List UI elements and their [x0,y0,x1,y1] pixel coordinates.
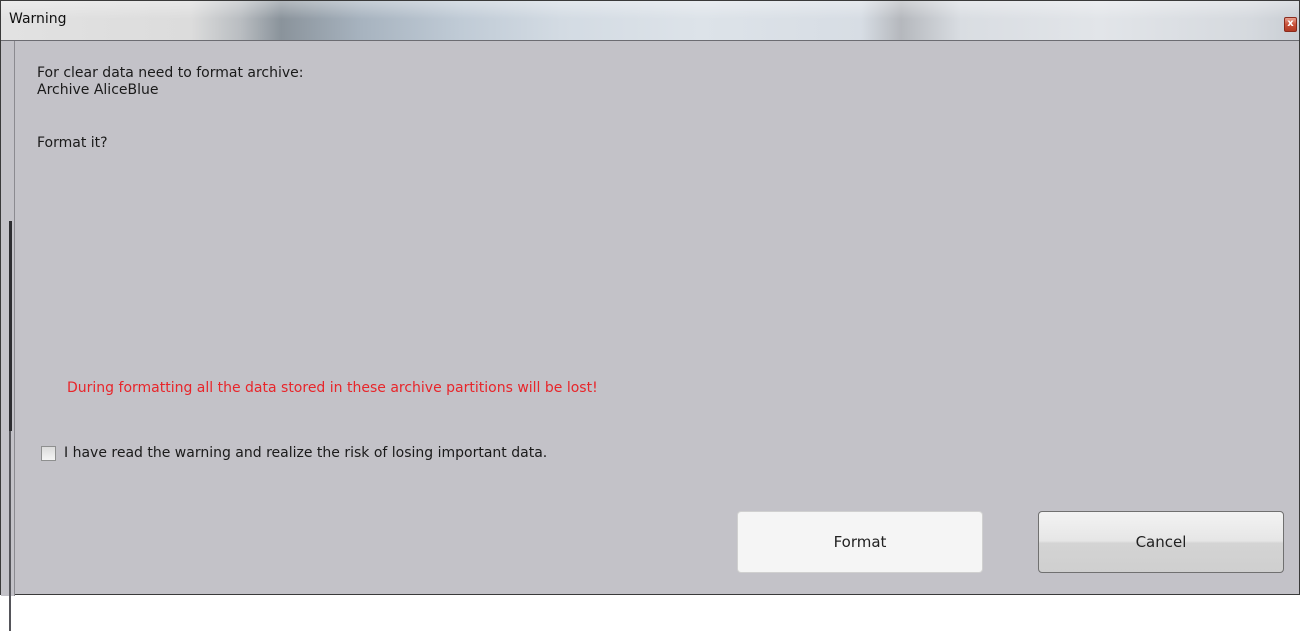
data-loss-warning: During formatting all the data stored in… [67,380,598,396]
window-title: Warning [9,11,67,27]
frame-edge-shadow-lower [9,431,11,631]
cancel-button[interactable]: Cancel [1038,511,1284,573]
frame-edge-shadow [9,221,12,431]
warning-dialog: Warning x For clear data need to format … [0,0,1300,631]
format-button[interactable]: Format [737,511,983,573]
message-line-question: Format it? [37,135,108,151]
acknowledge-row[interactable]: I have read the warning and realize the … [41,443,547,463]
message-line-archive-name: Archive AliceBlue [37,82,159,98]
dialog-content: For clear data need to format archive: A… [16,42,1299,595]
close-icon[interactable]: x [1284,17,1297,32]
title-bar[interactable]: Warning x [1,1,1299,41]
title-bar-shine [1,1,1299,19]
acknowledge-label[interactable]: I have read the warning and realize the … [64,445,547,461]
left-window-frame [1,41,15,631]
acknowledge-checkbox[interactable] [41,445,56,461]
message-line-format-required: For clear data need to format archive: [37,65,304,81]
